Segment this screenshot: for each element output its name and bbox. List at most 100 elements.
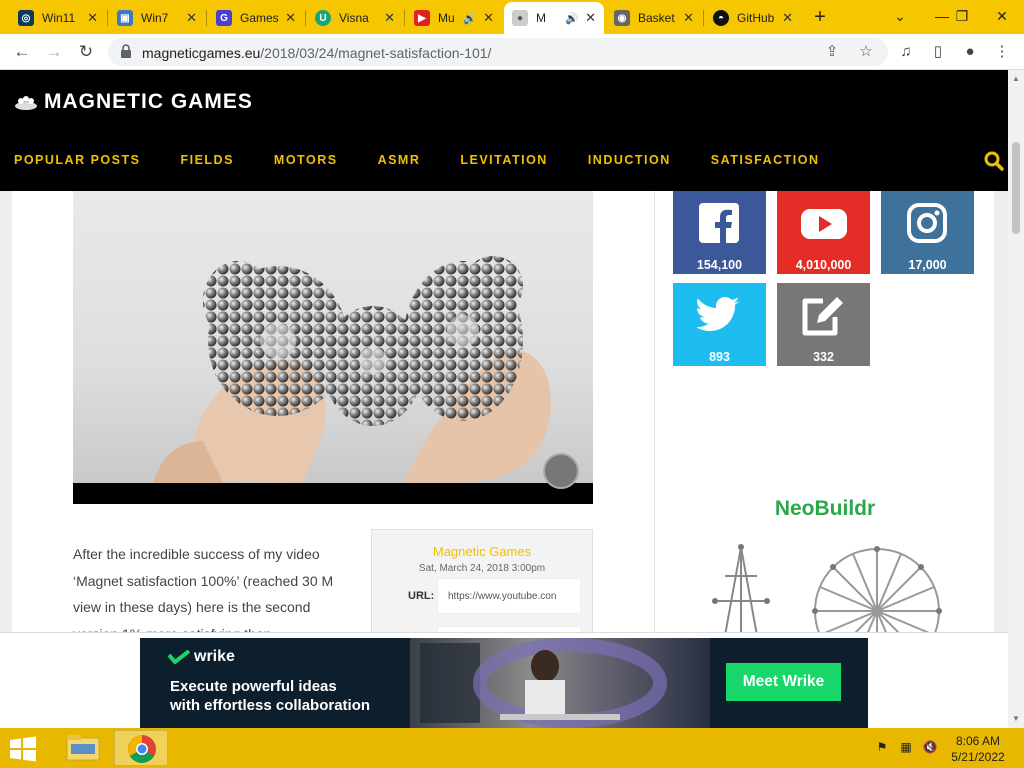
tab-divider — [305, 10, 306, 26]
social-facebook[interactable]: 154,100 — [673, 191, 766, 274]
games-g-icon: G — [216, 10, 232, 26]
browser-tab-strip: ◎ Win11 ✕ ▣ Win7 ✕ G Games ✕ U Visna ✕ ▶… — [0, 0, 1024, 34]
embed-url-field[interactable]: https://www.youtube.con — [437, 578, 581, 614]
embed-date: Sat, March 24, 2018 3:00pm — [418, 563, 546, 574]
facebook-count: 154,100 — [696, 258, 743, 272]
bookmark-star-icon[interactable]: ☆ — [856, 42, 876, 62]
side-panel-icon[interactable]: ▯ — [928, 42, 948, 62]
instagram-count: 17,000 — [908, 258, 947, 272]
wrike-brand-text: wrike — [194, 648, 235, 665]
magnet-logo-icon — [15, 96, 37, 110]
tab-divider — [703, 10, 704, 26]
scroll-down-arrow-icon[interactable]: ▼ — [1012, 714, 1020, 723]
menu-kebab-icon[interactable]: ⋮ — [992, 42, 1012, 62]
video-player[interactable] — [73, 191, 593, 504]
window-close-icon[interactable]: ✕ — [982, 0, 1022, 34]
nav-induction[interactable]: INDUCTION — [588, 153, 671, 167]
tab-win11[interactable]: ◎ Win11 ✕ — [10, 2, 106, 34]
ad-photo-image — [410, 638, 710, 728]
network-tray-icon[interactable]: ▦ — [898, 740, 914, 756]
speaker-icon[interactable]: 🔊 — [565, 12, 579, 25]
close-icon[interactable]: ✕ — [186, 10, 197, 26]
tab-title: Basket — [638, 11, 675, 25]
scroll-up-arrow-icon[interactable]: ▲ — [1012, 74, 1020, 83]
nav-levitation[interactable]: LEVITATION — [460, 153, 547, 167]
tab-title: Mu — [438, 11, 455, 25]
tab-title: GitHub — [737, 11, 775, 25]
nav-popular-posts[interactable]: POPULAR POSTS — [14, 153, 140, 167]
tab-title: Games — [240, 11, 279, 25]
nav-motors[interactable]: MOTORS — [274, 153, 338, 167]
nav-fields[interactable]: FIELDS — [180, 153, 233, 167]
windows-taskbar: ⚑ ▦ 🔇 8:06 AM 5/21/2022 — [0, 728, 1024, 768]
taskbar-chrome[interactable] — [114, 730, 168, 766]
browser-toolbar: ← → ↻ magneticgames.eu/2018/03/24/magnet… — [0, 34, 1024, 70]
embed-author[interactable]: Magnetic Games — [372, 544, 592, 559]
youtube-count: 4,010,000 — [795, 258, 852, 272]
volume-muted-tray-icon[interactable]: 🔇 — [922, 740, 938, 756]
system-clock[interactable]: 8:06 AM 5/21/2022 — [946, 733, 1010, 765]
close-icon[interactable]: ✕ — [782, 10, 793, 26]
meet-wrike-button[interactable]: Meet Wrike — [726, 663, 841, 701]
forward-arrow-icon[interactable]: → — [42, 40, 66, 64]
page-scrollbar[interactable]: ▲ ▼ — [1008, 70, 1024, 728]
wrike-logo: wrike — [168, 648, 235, 666]
lock-icon[interactable] — [120, 44, 132, 58]
wrike-check-icon — [168, 650, 190, 664]
scrollbar-thumb[interactable] — [1012, 142, 1020, 234]
nav-asmr[interactable]: ASMR — [378, 153, 421, 167]
tab-youtube[interactable]: ▶ Mu 🔊 ✕ — [406, 2, 502, 34]
edit-pencil-icon — [802, 297, 843, 336]
tab-title: Win11 — [42, 11, 76, 25]
close-icon[interactable]: ✕ — [285, 10, 296, 26]
search-icon[interactable] — [983, 150, 1005, 172]
youtube-icon: ▶ — [414, 10, 430, 26]
close-icon[interactable]: ✕ — [585, 10, 596, 26]
tab-search-chevron-icon[interactable]: ⌄ — [880, 0, 920, 34]
tab-title: Win7 — [141, 11, 169, 25]
new-tab-button[interactable]: + — [808, 6, 832, 30]
tab-basket[interactable]: ◉ Basket ✕ — [606, 2, 702, 34]
magnetic-games-icon: ● — [512, 10, 528, 26]
nav-satisfaction[interactable]: SATISFACTION — [711, 153, 820, 167]
tab-visna[interactable]: U Visna ✕ — [307, 2, 403, 34]
site-logo-text: MAGNETIC GAMES — [44, 90, 253, 113]
media-control-icon[interactable]: ♫ — [896, 42, 916, 62]
close-icon[interactable]: ✕ — [683, 10, 694, 26]
channel-watermark-icon[interactable] — [543, 453, 579, 489]
social-instagram[interactable]: 17,000 — [881, 191, 974, 274]
windows-start-icon[interactable] — [8, 736, 38, 762]
tab-github[interactable]: ◓ GitHub ✕ — [705, 2, 801, 34]
youtube-icon — [801, 209, 847, 239]
taskbar-file-explorer[interactable] — [56, 730, 110, 766]
share-icon[interactable]: ⇪ — [822, 42, 842, 62]
embed-url-label: URL: — [408, 590, 435, 602]
wrike-banner-ad[interactable]: wrike Execute powerful ideas with effort… — [140, 638, 868, 728]
social-blog[interactable]: 332 — [777, 283, 870, 366]
tab-win7[interactable]: ▣ Win7 ✕ — [109, 2, 205, 34]
chrome-icon — [128, 735, 156, 763]
social-youtube[interactable]: 4,010,000 — [777, 191, 870, 274]
profile-avatar-icon[interactable]: ● — [960, 42, 980, 62]
social-twitter[interactable]: 893 — [673, 283, 766, 366]
tab-magnetic-games-active[interactable]: ● M 🔊 ✕ — [504, 2, 604, 34]
video-frame — [73, 191, 593, 483]
close-icon[interactable]: ✕ — [483, 10, 494, 26]
tab-divider — [107, 10, 108, 26]
url-text[interactable]: magneticgames.eu/2018/03/24/magnet-satis… — [142, 45, 491, 61]
neobuildr-ad-title[interactable]: NeoBuildr — [655, 497, 995, 521]
address-bar[interactable]: magneticgames.eu/2018/03/24/magnet-satis… — [108, 38, 888, 66]
url-path: /2018/03/24/magnet-satisfaction-101/ — [260, 45, 492, 61]
close-icon[interactable]: ✕ — [384, 10, 395, 26]
flag-tray-icon[interactable]: ⚑ — [874, 740, 890, 756]
site-logo[interactable]: MAGNETIC GAMES — [14, 90, 253, 114]
bottom-ad-bar: wrike Execute powerful ideas with effort… — [0, 632, 1008, 728]
github-icon: ◓ — [713, 10, 729, 26]
folder-icon — [66, 735, 100, 761]
restore-icon[interactable]: ❐ — [944, 0, 980, 34]
close-icon[interactable]: ✕ — [87, 10, 98, 26]
tab-games[interactable]: G Games ✕ — [208, 2, 304, 34]
back-arrow-icon[interactable]: ← — [10, 40, 34, 64]
speaker-icon[interactable]: 🔊 — [463, 12, 477, 25]
reload-icon[interactable]: ↻ — [74, 40, 98, 64]
